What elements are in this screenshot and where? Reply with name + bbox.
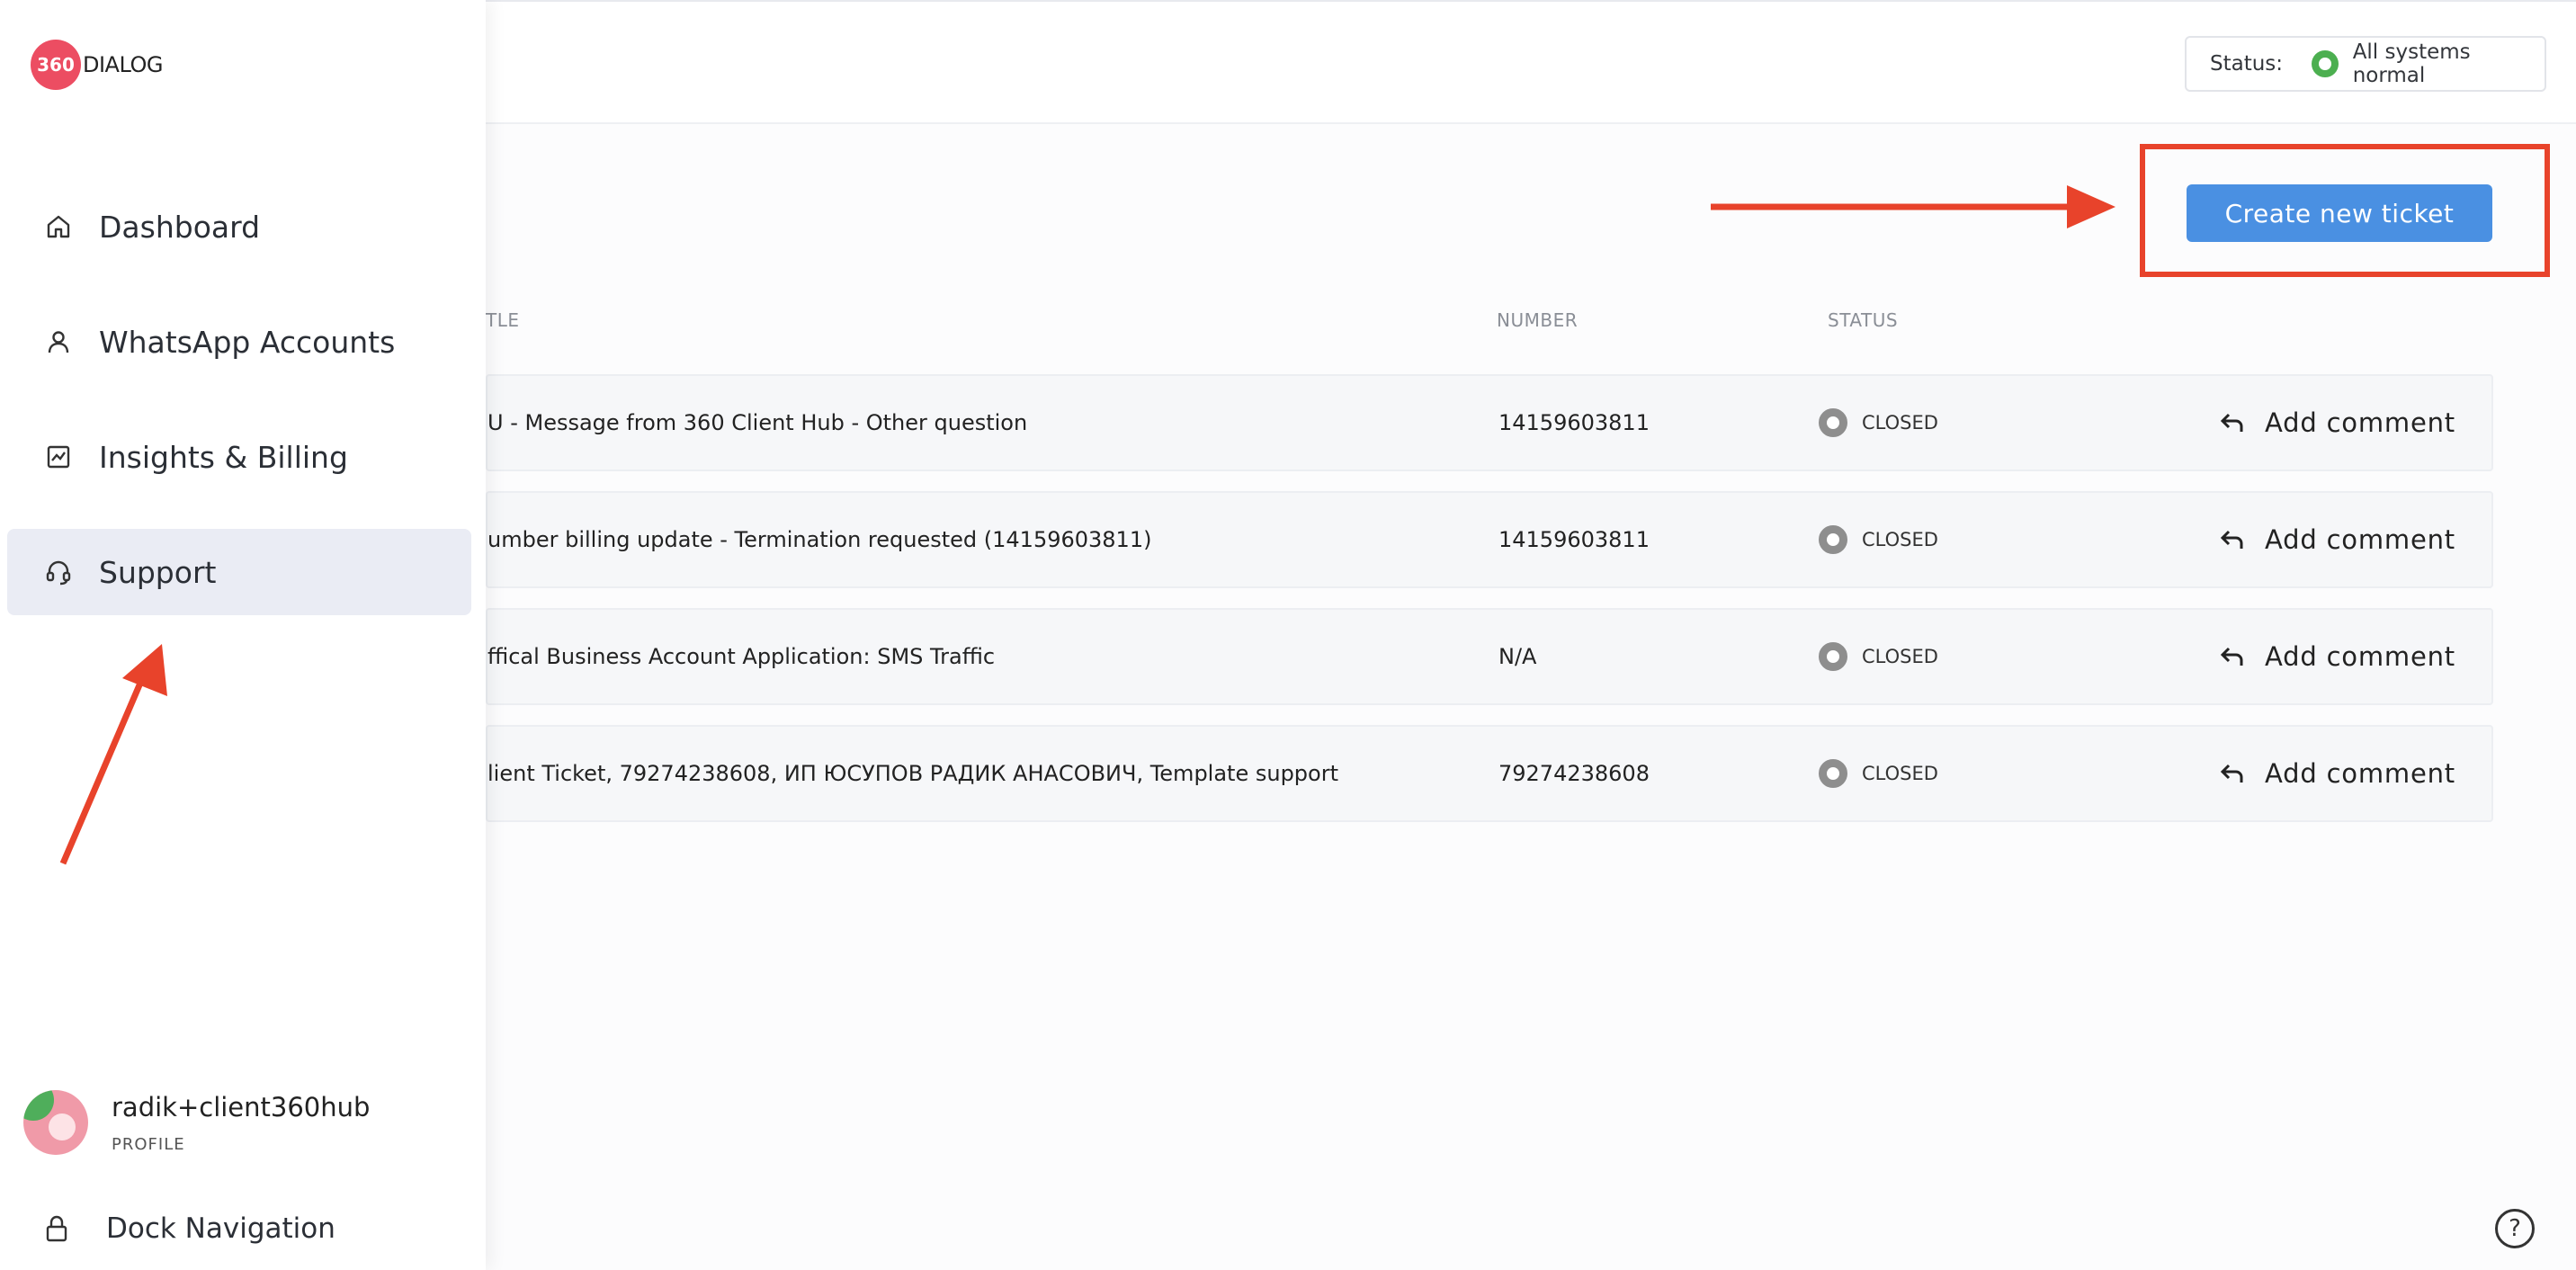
column-header-number: NUMBER [1497, 309, 1579, 331]
reply-icon [2220, 647, 2243, 666]
help-icon[interactable]: ? [2495, 1209, 2535, 1248]
add-comment-button[interactable]: Add comment [2220, 376, 2455, 470]
brand-logo[interactable]: 360 DIALOG [31, 40, 163, 90]
annotation-arrow-right [1711, 185, 2115, 228]
reply-icon [2220, 530, 2243, 549]
status-closed-icon [1819, 759, 1847, 788]
ticket-number: 79274238608 [1498, 761, 1650, 786]
ticket-row[interactable]: lient Ticket, 79274238608, ИП ЮСУПОВ РАД… [486, 725, 2493, 822]
sidebar: 360 DIALOG Dashboard WhatsApp Accounts I… [0, 0, 486, 1270]
ticket-status: CLOSED [1819, 610, 1938, 703]
user-profile[interactable]: radik+client360hub PROFILE [23, 1090, 370, 1155]
sidebar-item-support[interactable]: Support [7, 529, 471, 615]
ticket-status-label: CLOSED [1862, 412, 1938, 434]
chart-icon [47, 445, 70, 469]
profile-subtitle: PROFILE [112, 1134, 185, 1154]
status-label: Status: [2210, 52, 2284, 76]
status-closed-icon [1819, 525, 1847, 554]
sidebar-item-label: Support [99, 554, 217, 590]
sidebar-item-label: Dashboard [99, 209, 261, 245]
sidebar-item-insights-billing[interactable]: Insights & Billing [7, 414, 471, 500]
ticket-title: umber billing update - Termination reque… [487, 527, 1152, 552]
profile-name: radik+client360hub [112, 1091, 371, 1122]
sidebar-item-whatsapp-accounts[interactable]: WhatsApp Accounts [7, 299, 471, 385]
sidebar-item-label: WhatsApp Accounts [99, 324, 396, 360]
ticket-row[interactable]: U - Message from 360 Client Hub - Other … [486, 374, 2493, 471]
ticket-title: U - Message from 360 Client Hub - Other … [487, 410, 1028, 435]
status-value: All systems normal [2352, 40, 2471, 87]
add-comment-button[interactable]: Add comment [2220, 610, 2455, 703]
ticket-title: ffical Business Account Application: SMS… [487, 644, 996, 669]
ticket-row[interactable]: ffical Business Account Application: SMS… [486, 608, 2493, 705]
reply-icon [2220, 764, 2243, 783]
ticket-status-label: CLOSED [1862, 763, 1938, 784]
ticket-row[interactable]: umber billing update - Termination reque… [486, 491, 2493, 588]
ticket-status-label: CLOSED [1862, 646, 1938, 667]
user-icon [48, 331, 69, 353]
sidebar-item-label: Insights & Billing [99, 439, 348, 475]
sidebar-item-dashboard[interactable]: Dashboard [7, 183, 471, 270]
dock-navigation-label: Dock Navigation [106, 1212, 335, 1245]
status-ok-icon [2312, 50, 2339, 77]
ticket-title: lient Ticket, 79274238608, ИП ЮСУПОВ РАД… [487, 761, 1338, 786]
ticket-status: CLOSED [1819, 493, 1938, 586]
system-status[interactable]: Status: All systems normal [2185, 36, 2546, 92]
column-header-title: TLE [486, 309, 520, 331]
ticket-number: 14159603811 [1498, 527, 1650, 552]
logo-word: DIALOG [83, 52, 163, 77]
add-comment-label: Add comment [2265, 524, 2455, 555]
ticket-status-label: CLOSED [1862, 529, 1938, 550]
annotation-arrow-up [59, 644, 167, 865]
logo-badge: 360 [31, 40, 81, 90]
status-closed-icon [1819, 408, 1847, 437]
ticket-number: 14159603811 [1498, 410, 1650, 435]
add-comment-button[interactable]: Add comment [2220, 727, 2455, 820]
add-comment-label: Add comment [2265, 407, 2455, 438]
create-ticket-button[interactable]: Create new ticket [2187, 184, 2492, 242]
ticket-number: N/A [1498, 644, 1537, 669]
add-comment-label: Add comment [2265, 641, 2455, 672]
reply-icon [2220, 413, 2243, 432]
avatar [23, 1090, 88, 1155]
status-closed-icon [1819, 642, 1847, 671]
add-comment-button[interactable]: Add comment [2220, 493, 2455, 586]
add-comment-label: Add comment [2265, 758, 2455, 789]
lock-icon [46, 1215, 67, 1242]
ticket-status: CLOSED [1819, 376, 1938, 470]
headset-icon [46, 560, 71, 586]
column-header-status: STATUS [1828, 309, 1899, 331]
ticket-status: CLOSED [1819, 727, 1938, 820]
home-icon [47, 215, 70, 238]
dock-navigation-toggle[interactable]: Dock Navigation [43, 1212, 335, 1245]
